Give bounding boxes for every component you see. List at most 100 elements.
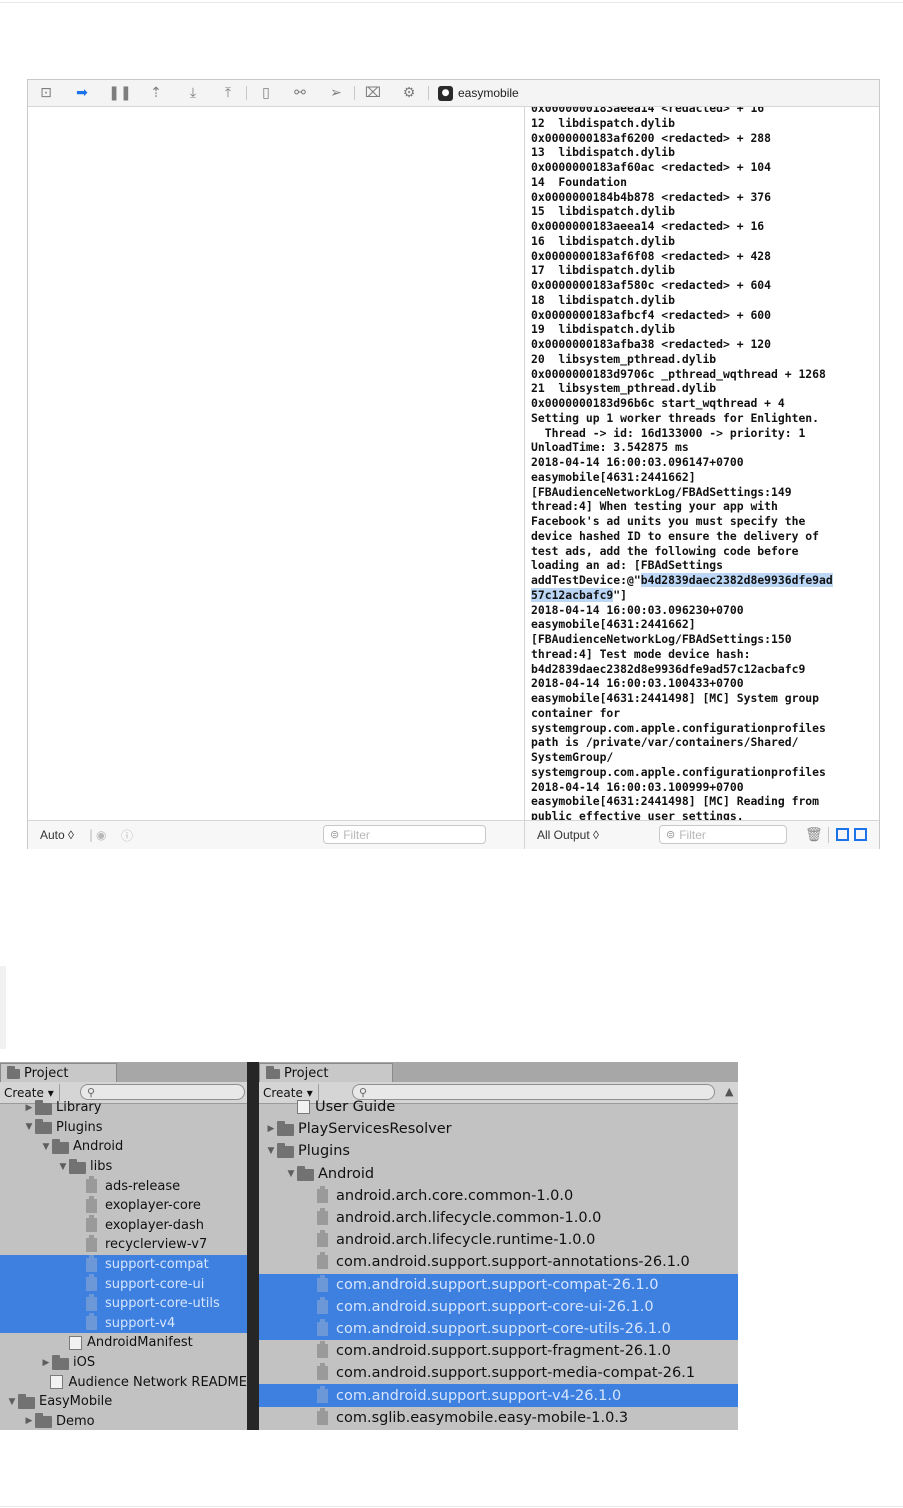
tree-row[interactable]: android.arch.lifecycle.common-1.0.0	[259, 1207, 738, 1229]
collapse-arrow-icon[interactable]: ▶	[23, 1103, 35, 1113]
tree-row-selected[interactable]: support-core-utils	[0, 1293, 247, 1314]
tree-row-label: PlayServicesResolver	[298, 1121, 452, 1138]
console-selected-prefix: addTestDevice:@"	[531, 573, 641, 587]
pause-icon[interactable]: ❚❚	[108, 84, 131, 102]
tree-row[interactable]: ▶ PlayServicesResolver	[259, 1118, 738, 1140]
plugin-icon	[317, 1341, 328, 1359]
bottom-separator: |	[89, 828, 94, 842]
tree-row-selected[interactable]: com.android.support.support-core-ui-26.1…	[259, 1295, 738, 1318]
collapse-arrow-icon[interactable]: ▶	[265, 1124, 277, 1134]
tree-row[interactable]: com.android.support.support-fragment-26.…	[259, 1340, 738, 1362]
tree-row[interactable]: android.arch.core.common-1.0.0	[259, 1185, 738, 1207]
gear-icon[interactable]: ⚙	[400, 84, 418, 102]
tree-row[interactable]: User Guide	[259, 1096, 738, 1118]
document-icon	[50, 1375, 64, 1390]
filter-icon: ⊜	[666, 828, 676, 841]
tab-label: Project	[24, 1065, 69, 1081]
trash-icon[interactable]: 🗑	[805, 826, 823, 844]
step-into-icon[interactable]: ⤓	[185, 84, 201, 102]
eye-icon[interactable]: ◉	[96, 826, 106, 844]
tree-row[interactable]: ▼ EasyMobile	[0, 1392, 247, 1412]
expand-arrow-icon[interactable]: ▼	[40, 1142, 52, 1152]
camera-icon[interactable]: ⌧	[363, 84, 383, 102]
tree-row[interactable]: com.android.support.support-media-compat…	[259, 1362, 738, 1384]
console-output[interactable]: 0x0000000183aeea14 <redacted> + 16 12 li…	[525, 107, 879, 820]
process-target[interactable]: ● easymobile	[438, 84, 519, 102]
expand-arrow-icon[interactable]: ▼	[57, 1162, 69, 1172]
tree-row-selected[interactable]: support-core-ui	[0, 1274, 247, 1294]
step-over-icon[interactable]: ⇡	[148, 84, 164, 102]
tree-row-selected[interactable]: com.android.support.support-v4-26.1.0	[259, 1384, 738, 1407]
console-filter-input[interactable]: ⊜ Filter	[659, 825, 787, 844]
step-out-icon[interactable]: ⤒	[220, 84, 236, 102]
tab-project[interactable]: Project	[0, 1063, 117, 1082]
project-tree: ▶ Library ▼ Plugins ▼ Android ▼ libs ads-release…	[0, 1098, 247, 1430]
info-icon[interactable]: ⓘ	[121, 826, 133, 844]
tree-row[interactable]: ▶ Demo	[0, 1412, 247, 1431]
view-hierarchy-icon[interactable]: ▯	[257, 84, 275, 102]
tree-row[interactable]: ▼ Plugins	[259, 1140, 738, 1162]
console-selection[interactable]: b4d2839daec2382d8e9936dfe9ad	[640, 573, 833, 587]
tree-row-label: com.android.support.support-core-ui-26.1…	[336, 1298, 654, 1315]
console-selection-continued[interactable]: 57c12acbafc9	[531, 587, 614, 602]
plugin-icon	[317, 1208, 328, 1226]
search-icon: ⚲	[87, 1085, 96, 1099]
expand-arrow-icon[interactable]: ▼	[265, 1146, 277, 1156]
tree-row-selected[interactable]: com.android.support.support-compat-26.1.…	[259, 1273, 738, 1296]
tree-row-label: support-core-utils	[105, 1296, 220, 1312]
tree-row[interactable]: ▶ iOS	[0, 1353, 247, 1373]
variables-pane[interactable]	[28, 107, 525, 820]
all-output-popup[interactable]: All Output ◊	[537, 826, 599, 844]
tree-row-label: com.android.support.support-compat-26.1.…	[336, 1276, 659, 1293]
tree-row[interactable]: AndroidManifest	[0, 1333, 247, 1353]
tree-row[interactable]: recyclerview-v7	[0, 1234, 247, 1255]
hide-debug-area-icon[interactable]: ⊡	[38, 84, 54, 102]
app-icon: ●	[438, 85, 453, 101]
tree-row[interactable]: ▼ Plugins	[0, 1118, 247, 1138]
expand-arrow-icon[interactable]: ▼	[23, 1122, 35, 1132]
plugin-icon	[317, 1252, 328, 1270]
tree-row-label: com.sglib.easymobile.easy-mobile-1.0.3	[336, 1409, 629, 1426]
folder-icon	[35, 1119, 52, 1135]
tree-row[interactable]: ▼ Android	[259, 1163, 738, 1185]
pane-divider	[524, 821, 525, 849]
expand-arrow-icon[interactable]: ▼	[285, 1169, 297, 1179]
plugin-icon	[86, 1234, 97, 1252]
plugin-icon	[317, 1274, 328, 1292]
tree-row[interactable]: com.sglib.easymobile.easy-mobile-1.0.3	[259, 1407, 738, 1429]
tree-row[interactable]: exoplayer-core	[0, 1195, 247, 1216]
tree-row[interactable]: ▶ Library	[0, 1098, 247, 1118]
plugin-icon	[317, 1318, 328, 1336]
tree-row[interactable]: ▼ Android	[0, 1137, 247, 1157]
tree-row[interactable]: Audience Network README	[0, 1372, 247, 1392]
plugin-icon	[86, 1274, 97, 1292]
tree-row[interactable]: com.android.support.support-annotations-…	[259, 1251, 738, 1273]
tree-row[interactable]: android.arch.lifecycle.runtime-1.0.0	[259, 1229, 738, 1251]
breakpoints-toggle-icon[interactable]: ➡	[73, 84, 91, 102]
tree-row-selected[interactable]: com.android.support.support-core-utils-2…	[259, 1317, 738, 1341]
tree-row[interactable]: exoplayer-dash	[0, 1215, 247, 1236]
collapse-arrow-icon[interactable]: ▶	[23, 1416, 35, 1426]
tree-row-label: iOS	[73, 1355, 96, 1371]
show-console-pane-icon[interactable]	[854, 828, 867, 841]
tree-row-label: libs	[90, 1159, 113, 1175]
placeholder-block	[0, 966, 6, 1049]
folder-icon	[277, 1121, 294, 1137]
project-tree: User Guide ▶ PlayServicesResolver ▼ Plugins ▼…	[259, 1096, 738, 1429]
simulate-location-icon[interactable]: ➢	[327, 84, 345, 102]
collapse-arrow-icon[interactable]: ▶	[40, 1358, 52, 1368]
tree-row-selected[interactable]: support-v4	[0, 1313, 247, 1334]
folder-icon	[266, 1066, 280, 1079]
auto-scope-popup[interactable]: Auto ◊	[40, 826, 74, 844]
console-text[interactable]: 0x0000000183aeea14 <redacted> + 16 12 li…	[525, 107, 879, 820]
folder-icon	[35, 1413, 52, 1429]
tree-row-selected[interactable]: support-compat	[0, 1254, 247, 1275]
show-variables-pane-icon[interactable]	[836, 828, 849, 841]
tab-project[interactable]: Project	[259, 1063, 393, 1082]
tree-row[interactable]: ads-release	[0, 1176, 247, 1196]
bottom-separator	[828, 827, 829, 843]
variables-filter-input[interactable]: ⊜ Filter	[323, 825, 486, 844]
memory-graph-icon[interactable]: ⚯	[291, 84, 309, 102]
tree-row[interactable]: ▼ libs	[0, 1157, 247, 1177]
expand-arrow-icon[interactable]: ▼	[6, 1397, 18, 1407]
